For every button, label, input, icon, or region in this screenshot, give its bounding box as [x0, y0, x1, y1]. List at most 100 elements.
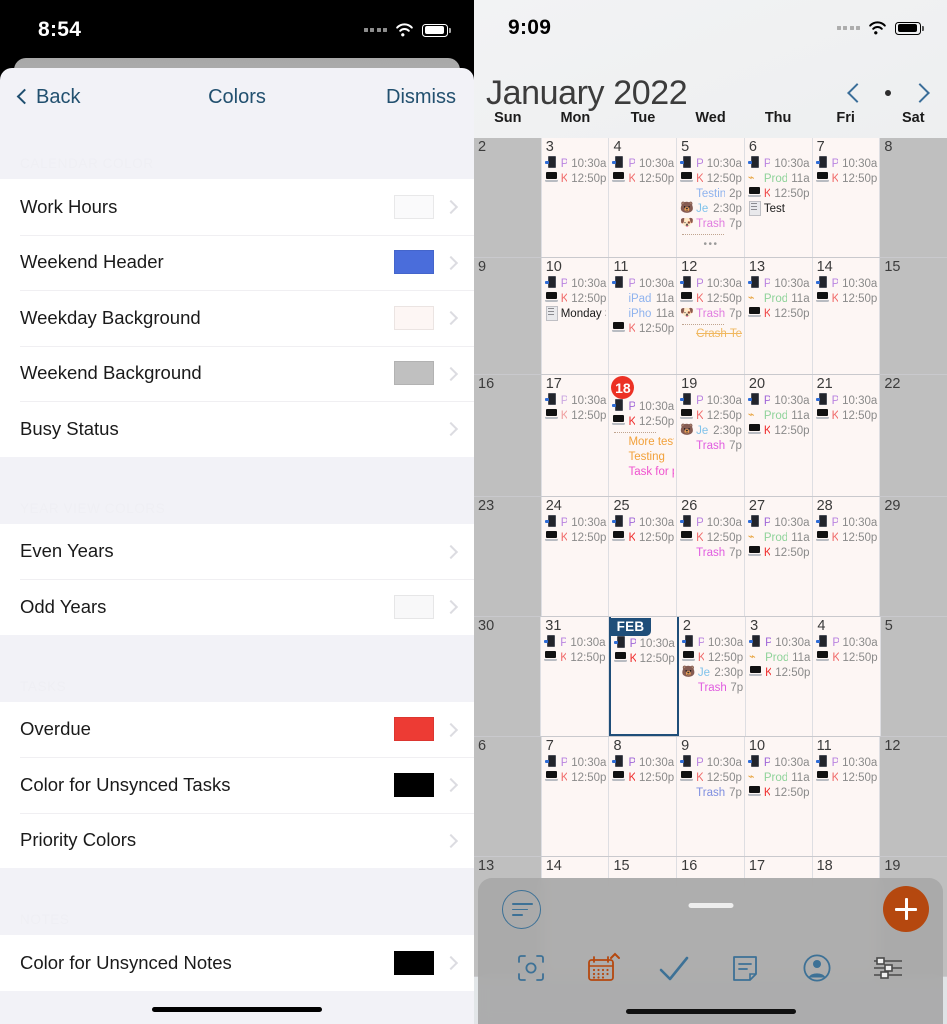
settings-row[interactable]: Priority Colors	[0, 812, 474, 868]
calendar-event[interactable]: ⌁ Prodi 11a	[748, 291, 810, 306]
calendar-event[interactable]: Ke12:50p	[544, 408, 606, 423]
calendar-event[interactable]: Ke12:50p	[613, 651, 675, 666]
calendar-event[interactable]: ⌁ Prodi 11a	[748, 408, 810, 423]
chevron-right-icon[interactable]	[913, 80, 929, 106]
calendar-event[interactable]: Ke12:50p	[612, 414, 674, 429]
day-cell[interactable]: 8	[880, 138, 947, 257]
calendar-event[interactable]: Ke12:50p	[544, 770, 606, 785]
day-cell[interactable]: 8Pl10:30aKe12:50p	[609, 737, 678, 856]
calendar-event[interactable]: Pl10:30a	[612, 156, 674, 171]
calendar-event[interactable]: Ke12:50p	[544, 530, 606, 545]
calendar-event[interactable]: Ke12:50p	[747, 423, 810, 438]
calendar-event[interactable]: Ke12:50p	[816, 650, 878, 665]
color-swatch[interactable]	[394, 717, 434, 742]
color-swatch[interactable]	[394, 194, 434, 219]
day-cell[interactable]: 3Pl10:30aKe12:50p	[541, 138, 610, 257]
day-cell[interactable]: 13Pl10:30a⌁Prodi11aKe12:50p	[744, 258, 813, 374]
day-cell[interactable]: 15	[880, 258, 947, 374]
calendar-event[interactable]: Pl10:30a	[815, 156, 877, 171]
color-swatch[interactable]	[394, 594, 434, 619]
calendar-event[interactable]: 🐻Jen2:30p	[682, 665, 743, 680]
calendar-event[interactable]: Ke12:50p	[680, 770, 742, 785]
calendar-event[interactable]: Ke12:50p	[680, 171, 742, 186]
calendar-event[interactable]: Pl10:30a	[612, 399, 674, 414]
calendar-event[interactable]: Trash cans7p	[680, 785, 742, 800]
calendar-event[interactable]: 🐶Trash c7p	[680, 216, 742, 231]
calendar-event[interactable]: Test	[748, 200, 810, 216]
calendar-event[interactable]: Trash cans7p	[680, 545, 742, 560]
day-cell[interactable]: 4Pl10:30aKe12:50p	[813, 617, 881, 736]
day-cell[interactable]: 19Pl10:30aKe12:50p🐻Jen2:30pTrash cans7p	[677, 375, 745, 496]
calendar-event[interactable]: More testing	[612, 434, 674, 449]
settings-row[interactable]: Work Hours	[0, 179, 474, 235]
calendar-event[interactable]: Testing 2p	[680, 186, 742, 201]
calendar-event[interactable]: 🐻Jen2:30p	[680, 423, 742, 438]
calendar-event[interactable]: Pl10:30a	[815, 755, 877, 770]
calendar-event[interactable]: Ke12:50p	[680, 530, 742, 545]
calendar-event[interactable]: Pl10:30a	[680, 393, 742, 408]
calendar-event[interactable]: Pl10:30a	[747, 515, 810, 530]
chevron-left-icon[interactable]	[847, 80, 863, 106]
calendar-event[interactable]: Ke12:50p	[544, 291, 606, 306]
day-cell[interactable]: 28Pl10:30aKe12:50p	[812, 497, 881, 616]
calendar-event[interactable]: Ke12:50p	[815, 291, 877, 306]
day-cell[interactable]: 3 Pl 10:30a ⌁ Prodi 11a Ke 12:50p	[746, 617, 814, 736]
day-cell[interactable]: FEBPl10:30aKe12:50p	[608, 617, 679, 736]
sheet-grabber[interactable]	[688, 903, 733, 908]
calendar-event[interactable]: Ke12:50p	[544, 171, 606, 186]
dot-icon[interactable]	[885, 90, 891, 96]
camera-focus-icon[interactable]	[511, 948, 553, 990]
calendar-event[interactable]: Ke12:50p	[815, 171, 877, 186]
day-cell[interactable]: 25Pl10:30aKe12:50p	[609, 497, 678, 616]
settings-row[interactable]: Overdue	[0, 701, 474, 757]
day-cell[interactable]: 26Pl10:30aKe12:50pTrash cans7p	[677, 497, 745, 616]
calendar-event[interactable]: Ke12:50p	[747, 186, 810, 201]
settings-row[interactable]: Weekday Background	[0, 290, 474, 346]
calendar-event[interactable]: Pl10:30a	[544, 755, 606, 770]
calendar-event[interactable]: Pl10:30a	[749, 635, 810, 650]
calendar-event[interactable]: Ke12:50p	[612, 770, 674, 785]
calendar-event[interactable]: Ke12:50p	[815, 530, 877, 545]
calendar-event[interactable]: Ke12:50p	[749, 665, 810, 680]
day-cell[interactable]: 5Pl10:30aKe12:50pTesting2p🐻Jen2:30p🐶Tras…	[677, 138, 745, 257]
calendar-event[interactable]: Pl10:30a	[680, 755, 742, 770]
calendar-event[interactable]: 🐻Jen2:30p	[680, 201, 742, 216]
calendar-event[interactable]: Ke12:50p	[612, 171, 674, 186]
calendar-event[interactable]: Testing	[612, 449, 674, 464]
sliders-icon[interactable]	[868, 948, 910, 990]
more-events-icon[interactable]: •••	[680, 240, 742, 250]
calendar-event[interactable]: Ke12:50p	[747, 785, 810, 800]
calendar-event[interactable]: Pl10:30a	[613, 636, 675, 651]
calendar-event[interactable]: Pl10:30a	[815, 276, 877, 291]
calendar-event[interactable]: ⌁ Prodi 11a	[748, 171, 810, 186]
day-cell[interactable]: 11Pl10:30aiPad to iP11aiPhone to11aKe12:…	[609, 258, 678, 374]
day-cell[interactable]: 21Pl10:30aKe12:50p	[812, 375, 881, 496]
calendar-event[interactable]: Ke12:50p	[681, 650, 743, 665]
settings-row[interactable]: Weekend Background	[0, 345, 474, 401]
calendar-event[interactable]: Ke12:50p	[612, 530, 674, 545]
day-cell[interactable]: 10Pl10:30a⌁Prodi11aKe12:50p	[744, 737, 813, 856]
settings-row[interactable]: Color for Unsynced Notes	[0, 935, 474, 991]
calendar-event[interactable]: Ke12:50p	[544, 650, 606, 665]
day-cell[interactable]: 18Pl10:30aKe12:50pMore testingTestingTas…	[609, 375, 678, 496]
color-swatch[interactable]	[394, 305, 434, 330]
day-cell[interactable]: 27Pl10:30a⌁Prodi11aKe12:50p	[744, 497, 813, 616]
checkmark-icon[interactable]	[654, 948, 696, 990]
settings-row[interactable]: Odd Years	[0, 579, 474, 635]
calendar-event[interactable]: Pl10:30a	[681, 635, 743, 650]
calendar-event[interactable]: Pl10:30a	[544, 156, 606, 171]
settings-row[interactable]: Busy Status	[0, 401, 474, 457]
day-cell[interactable]: 31 Pl 10:30a Ke 12:50p	[541, 617, 609, 736]
calendar-event[interactable]: ⌁ Prodi 11a	[748, 530, 810, 545]
calendar-event[interactable]: Ke12:50p	[680, 408, 742, 423]
calendar-event[interactable]: Crash Test	[680, 326, 742, 341]
day-cell[interactable]: 16	[474, 375, 542, 496]
day-cell[interactable]: 20Pl10:30a⌁Prodi11aKe12:50p	[744, 375, 813, 496]
calendar-event[interactable]: Pl10:30a	[544, 276, 606, 291]
calendar-event[interactable]: Pl10:30a	[612, 276, 674, 291]
day-cell[interactable]: 12Pl10:30aKe12:50p🐶Trash c7pCrash Test	[677, 258, 745, 374]
day-cell[interactable]: 4Pl10:30aKe12:50p	[609, 138, 678, 257]
calendar-event[interactable]: Pl10:30a	[680, 156, 742, 171]
day-cell[interactable]: 2Pl10:30aKe12:50p🐻Jen2:30pTrash cans7p	[678, 617, 747, 736]
calendar-event[interactable]: Ke12:50p	[815, 770, 877, 785]
